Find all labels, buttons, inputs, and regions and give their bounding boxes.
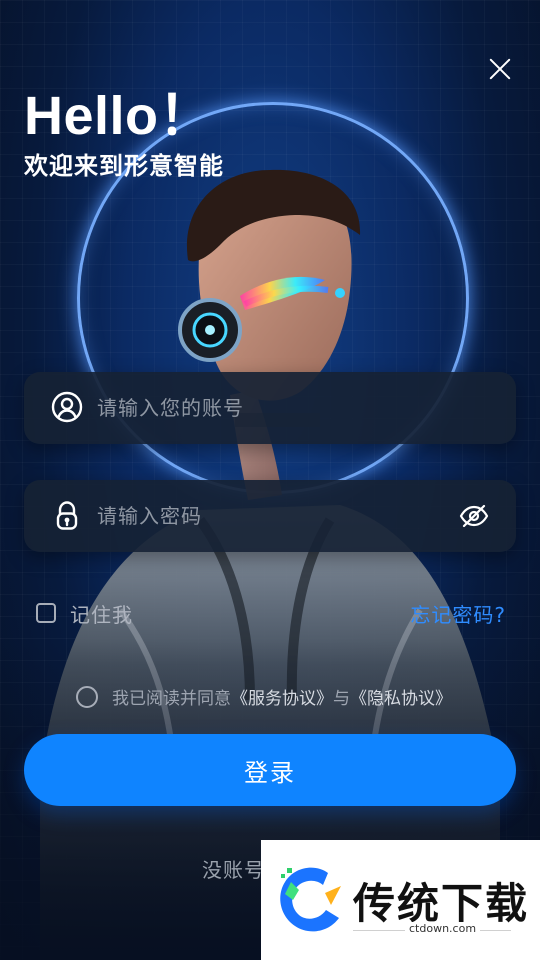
login-screen: Hello！ 欢迎来到形意智能 请输入您的账号 请输入密码 记住我 忘记密码? …	[0, 0, 540, 960]
forgot-password-link[interactable]: 忘记密码?	[410, 599, 506, 628]
watermark-banner: 传统下载 ctdown.com	[261, 840, 540, 960]
agreement-row: 我已阅读并同意 《服务协议》 与 《隐私协议》	[76, 684, 452, 709]
agreement-radio[interactable]	[76, 685, 98, 708]
login-button[interactable]: 登录	[24, 734, 516, 806]
user-circle-icon	[51, 391, 83, 423]
service-agreement-link[interactable]: 《服务协议》	[231, 684, 333, 709]
register-link[interactable]: 没账号	[202, 854, 265, 883]
password-field[interactable]: 请输入密码	[24, 480, 516, 552]
remember-checkbox[interactable]	[36, 603, 56, 623]
agreement-prefix: 我已阅读并同意	[112, 689, 231, 709]
agreement-and: 与	[333, 689, 350, 709]
account-placeholder: 请输入您的账号	[97, 396, 244, 420]
privacy-agreement-link[interactable]: 《隐私协议》	[350, 684, 452, 709]
remember-me-toggle[interactable]: 记住我	[36, 599, 133, 627]
lock-icon	[56, 501, 78, 530]
password-placeholder: 请输入密码	[97, 504, 202, 528]
welcome-subtitle: 欢迎来到形意智能	[24, 152, 224, 180]
login-button-label: 登录	[244, 759, 296, 787]
greeting-title: Hello！	[24, 86, 214, 146]
account-field[interactable]: 请输入您的账号	[24, 372, 516, 444]
watermark-logo-icon	[280, 867, 341, 932]
eye-off-icon[interactable]	[458, 500, 490, 532]
remember-label: 记住我	[70, 602, 133, 627]
watermark-url: ctdown.com	[405, 922, 481, 935]
close-button[interactable]	[486, 55, 514, 83]
